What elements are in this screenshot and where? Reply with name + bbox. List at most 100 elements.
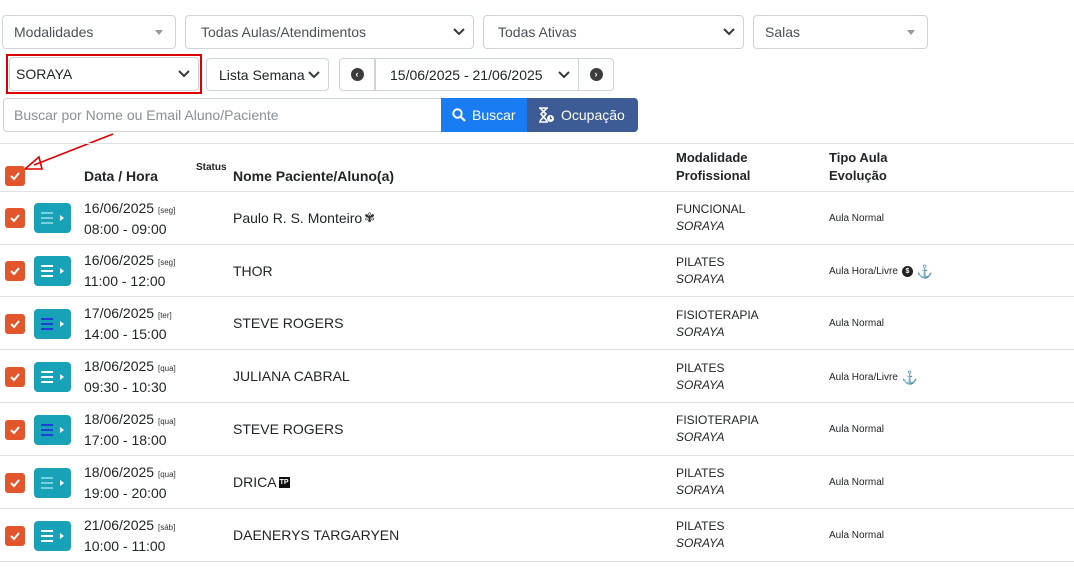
row-time: 10:00 - 11:00 — [84, 538, 166, 554]
prev-week-button[interactable]: ‹ — [339, 58, 375, 91]
menu-icon — [41, 318, 53, 333]
row-divider — [0, 402, 1074, 403]
table-top-border — [0, 143, 1074, 144]
period-select[interactable]: 15/06/2025 - 21/06/2025 — [375, 58, 579, 91]
row-divider — [0, 561, 1074, 562]
row-menu-button[interactable] — [34, 203, 71, 233]
row-checkbox[interactable] — [5, 526, 25, 546]
row-time: 11:00 - 12:00 — [84, 273, 166, 289]
header-profissional: Profissional — [676, 168, 751, 183]
row-profissional: SORAYA — [676, 536, 725, 550]
chevron-down-icon — [558, 71, 570, 79]
row-name[interactable]: JULIANA CABRAL — [233, 368, 350, 384]
search-placeholder: Buscar por Nome ou Email Aluno/Paciente — [14, 107, 279, 123]
view-select[interactable]: Lista Semana — [206, 58, 329, 91]
row-date: 18/06/2025 — [84, 411, 155, 427]
row-name[interactable]: DRICA — [233, 474, 277, 490]
row-profissional: SORAYA — [676, 272, 725, 286]
row-time: 09:30 - 10:30 — [84, 379, 167, 395]
row-time: 17:00 - 18:00 — [84, 432, 167, 448]
menu-icon — [41, 212, 53, 227]
check-icon — [10, 479, 20, 488]
row-date: 18/06/2025 — [84, 358, 155, 374]
row-checkbox[interactable] — [5, 367, 25, 387]
row-weekday: [qua] — [157, 470, 176, 479]
row-checkbox[interactable] — [5, 473, 25, 493]
caret-right-icon — [60, 321, 64, 327]
row-menu-button[interactable] — [34, 256, 71, 286]
ocupacao-button[interactable]: Ocupação — [527, 98, 638, 132]
row-menu-button[interactable] — [34, 521, 71, 551]
check-icon — [10, 426, 20, 435]
row-name[interactable]: STEVE ROGERS — [233, 315, 343, 331]
row-name[interactable]: Paulo R. S. Monteiro — [233, 210, 362, 226]
view-select-label: Lista Semana — [219, 66, 305, 83]
row-date: 16/06/2025 — [84, 252, 155, 268]
caret-right-icon — [60, 268, 64, 274]
row-checkbox[interactable] — [5, 208, 25, 228]
row-weekday: [seg] — [157, 206, 176, 215]
row-name[interactable]: DAENERYS TARGARYEN — [233, 527, 399, 543]
row-modalidade: FISIOTERAPIA — [676, 308, 759, 322]
buscar-button[interactable]: Buscar — [441, 98, 527, 132]
row-time: 08:00 - 09:00 — [84, 221, 167, 237]
buscar-label: Buscar — [472, 107, 516, 123]
chevron-right-icon: › — [589, 68, 603, 81]
row-tipo: Aula Normal — [829, 477, 885, 488]
row-menu-button[interactable] — [34, 415, 71, 445]
row-profissional: SORAYA — [676, 219, 725, 233]
row-profissional: SORAYA — [676, 430, 725, 444]
menu-icon — [41, 424, 53, 439]
chevron-left-icon: ‹ — [350, 68, 364, 81]
row-name[interactable]: THOR — [233, 263, 273, 279]
check-icon — [10, 532, 20, 541]
modalidades-select-label: Modalidades — [14, 24, 94, 40]
flower-icon: ✾ — [364, 210, 376, 225]
caret-right-icon — [60, 374, 64, 380]
header-data-hora: Data / Hora — [84, 168, 158, 184]
modalidades-select[interactable]: Modalidades — [2, 15, 176, 49]
check-icon — [10, 172, 20, 181]
search-icon — [452, 108, 466, 122]
row-menu-button[interactable] — [34, 468, 71, 498]
select-all-checkbox[interactable] — [5, 166, 25, 186]
row-modalidade: PILATES — [676, 361, 725, 375]
aulas-select[interactable]: Todas Aulas/Atendimentos — [185, 15, 474, 49]
row-checkbox[interactable] — [5, 261, 25, 281]
row-divider — [0, 508, 1074, 509]
row-tipo: Aula Normal — [829, 318, 885, 329]
row-divider — [0, 455, 1074, 456]
check-icon — [10, 373, 20, 382]
dollar-coin-icon: $ — [901, 266, 913, 277]
header-tipo-aula: Tipo Aula — [829, 150, 888, 165]
row-tipo: Aula Normal — [829, 424, 885, 435]
row-menu-button[interactable] — [34, 309, 71, 339]
caret-right-icon — [60, 427, 64, 433]
caret-right-icon — [60, 480, 64, 486]
menu-icon — [41, 477, 53, 492]
row-tipo: Aula Normal — [829, 213, 885, 224]
row-modalidade: PILATES — [676, 466, 725, 480]
row-menu-button[interactable] — [34, 362, 71, 392]
row-weekday: [seg] — [157, 258, 176, 267]
check-icon — [10, 214, 20, 223]
caret-down-icon — [907, 30, 915, 35]
row-name[interactable]: STEVE ROGERS — [233, 421, 343, 437]
check-icon — [10, 320, 20, 329]
row-weekday: [qua] — [157, 417, 176, 426]
header-evolucao: Evolução — [829, 168, 887, 183]
row-profissional: SORAYA — [676, 325, 725, 339]
caret-right-icon — [60, 215, 64, 221]
row-checkbox[interactable] — [5, 420, 25, 440]
highlight-box — [6, 54, 202, 94]
ativas-select[interactable]: Todas Ativas — [483, 15, 744, 49]
salas-select-label: Salas — [765, 24, 801, 40]
next-week-button[interactable]: › — [578, 58, 614, 91]
row-weekday: [ter] — [157, 311, 172, 320]
table-header-border — [0, 191, 1074, 192]
header-nome: Nome Paciente/Aluno(a) — [233, 168, 395, 184]
row-weekday: [qua] — [157, 364, 176, 373]
salas-select[interactable]: Salas — [753, 15, 928, 49]
search-input[interactable]: Buscar por Nome ou Email Aluno/Paciente — [3, 98, 442, 132]
row-checkbox[interactable] — [5, 314, 25, 334]
